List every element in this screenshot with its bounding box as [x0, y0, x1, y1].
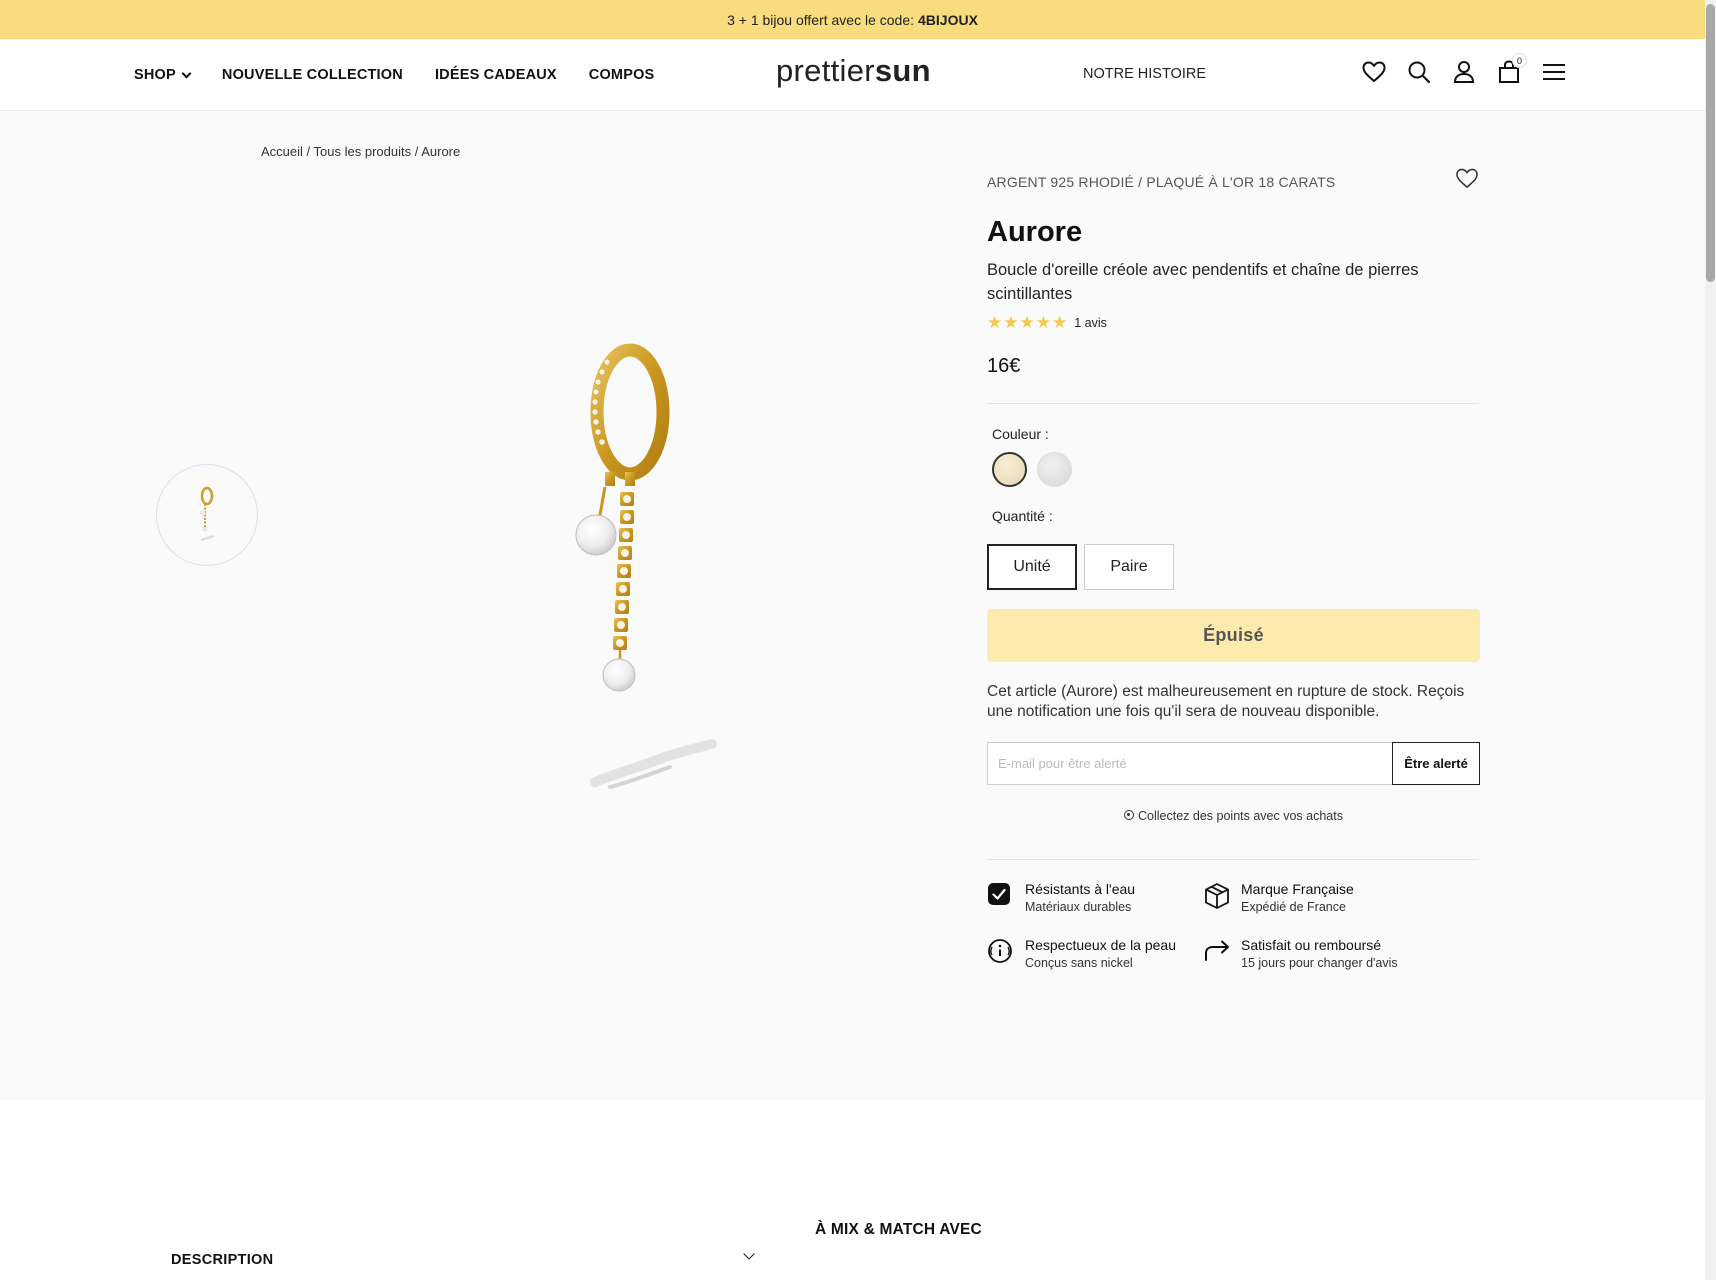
- wishlist-heart-icon[interactable]: [1455, 168, 1479, 194]
- star-icon: ★: [1003, 313, 1019, 332]
- product-thumbnail[interactable]: [156, 464, 258, 566]
- description-accordion-label[interactable]: DESCRIPTION: [171, 1252, 273, 1268]
- points-text: Collectez des points avec vos achats: [1138, 809, 1343, 823]
- product-description: Boucle d'oreille créole avec pendentifs …: [987, 261, 1419, 303]
- feature-french-brand: Marque Française Expédié de France: [1203, 880, 1354, 916]
- nav-notre-histoire[interactable]: NOTRE HISTOIRE: [1083, 66, 1206, 82]
- scrollbar-thumb[interactable]: [1706, 4, 1715, 282]
- menu-icon[interactable]: [1542, 59, 1566, 85]
- return-arrow-icon: [1203, 938, 1229, 964]
- feature-title: Respectueux de la peau: [1025, 937, 1176, 953]
- promo-text: 3 + 1 bijou offert avec le code:: [727, 11, 914, 28]
- feature-subtitle: 15 jours pour changer d'avis: [1241, 956, 1398, 970]
- nav-compos[interactable]: COMPOS: [589, 67, 655, 83]
- header-icons: 0: [1362, 54, 1566, 85]
- feature-subtitle: Expédié de France: [1241, 900, 1346, 914]
- breadcrumb-separator: /: [411, 144, 422, 159]
- alert-email-input[interactable]: [987, 742, 1392, 785]
- product-section: Accueil / Tous les produits / Aurore ARG…: [0, 112, 1705, 1100]
- nav-shop[interactable]: SHOP: [134, 67, 192, 83]
- main-nav: SHOP NOUVELLE COLLECTION IDÉES CADEAUX C…: [134, 39, 654, 111]
- product-price: 16€: [987, 355, 1021, 377]
- breadcrumb-current: Aurore: [421, 144, 461, 159]
- mix-match-heading: À MIX & MATCH AVEC: [815, 1221, 982, 1238]
- box-icon: [1203, 882, 1229, 909]
- color-swatch-gold[interactable]: [992, 452, 1027, 487]
- review-count[interactable]: 1 avis: [1074, 316, 1107, 330]
- site-header: SHOP NOUVELLE COLLECTION IDÉES CADEAUX C…: [0, 39, 1705, 111]
- sold-out-button[interactable]: Épuisé: [987, 609, 1480, 662]
- page-scrollbar[interactable]: [1705, 0, 1716, 1280]
- check-badge-icon: [987, 882, 1013, 908]
- promo-code: 4BIJOUX: [918, 11, 978, 28]
- brand-logo[interactable]: prettiersun: [776, 53, 931, 89]
- nav-shop-label: SHOP: [134, 67, 176, 83]
- qty-option-pair[interactable]: Paire: [1084, 544, 1174, 590]
- feature-title: Résistants à l'eau: [1025, 881, 1136, 897]
- product-image[interactable]: [540, 342, 760, 882]
- feature-title: Marque Française: [1241, 881, 1354, 897]
- star-icon: ★: [1052, 313, 1068, 332]
- cart-count-badge: 0: [1513, 54, 1526, 67]
- chevron-down-icon[interactable]: [743, 1248, 755, 1260]
- nav-idees-cadeaux[interactable]: IDÉES CADEAUX: [435, 67, 557, 83]
- chevron-down-icon: [181, 68, 192, 78]
- star-icon: ★: [987, 313, 1003, 332]
- alert-submit-button[interactable]: Être alerté: [1392, 742, 1480, 785]
- feature-subtitle: Conçus sans nickel: [1025, 956, 1133, 970]
- quantity-label: Quantité :: [992, 508, 1053, 524]
- feature-skin-friendly: Respectueux de la peau Conçus sans nicke…: [987, 936, 1176, 972]
- info-circle-icon: [987, 938, 1013, 964]
- search-icon[interactable]: [1407, 59, 1431, 85]
- logo-part-1: prettier: [776, 53, 875, 88]
- user-icon[interactable]: [1452, 59, 1476, 85]
- divider: [987, 859, 1479, 860]
- star-icon: ★: [1019, 313, 1035, 332]
- promo-banner: 3 + 1 bijou offert avec le code: 4BIJOUX: [0, 0, 1705, 39]
- feature-title: Satisfait ou remboursé: [1241, 937, 1382, 953]
- feature-subtitle: Matériaux durables: [1025, 900, 1132, 914]
- points-icon: [1124, 810, 1135, 820]
- nav-nouvelle-collection[interactable]: NOUVELLE COLLECTION: [222, 67, 403, 83]
- qty-option-unit[interactable]: Unité: [987, 544, 1077, 590]
- heart-icon[interactable]: [1362, 59, 1386, 85]
- feature-water-resistant: Résistants à l'eau Matériaux durables: [987, 880, 1135, 916]
- color-swatch-silver[interactable]: [1037, 452, 1072, 487]
- color-label: Couleur :: [992, 426, 1049, 442]
- cart-icon[interactable]: 0: [1497, 54, 1526, 85]
- breadcrumb: Accueil / Tous les produits / Aurore: [261, 144, 460, 159]
- product-title: Aurore: [987, 216, 1083, 248]
- feature-satisfaction: Satisfait ou remboursé 15 jours pour cha…: [1203, 936, 1398, 972]
- breadcrumb-all-products[interactable]: Tous les produits: [314, 144, 412, 159]
- loyalty-points[interactable]: Collectez des points avec vos achats: [987, 809, 1480, 823]
- product-material: ARGENT 925 RHODIÉ / PLAQUÉ À L'OR 18 CAR…: [987, 174, 1336, 190]
- stock-message: Cet article (Aurore) est malheureusement…: [987, 683, 1465, 720]
- stock-alert-form: Être alerté: [987, 742, 1480, 785]
- logo-part-2: sun: [874, 53, 931, 88]
- divider: [987, 403, 1479, 404]
- star-icon: ★: [1035, 313, 1051, 332]
- product-rating[interactable]: ★ ★ ★ ★ ★ 1 avis: [987, 314, 1107, 331]
- breadcrumb-home[interactable]: Accueil: [261, 144, 303, 159]
- breadcrumb-separator: /: [302, 144, 314, 159]
